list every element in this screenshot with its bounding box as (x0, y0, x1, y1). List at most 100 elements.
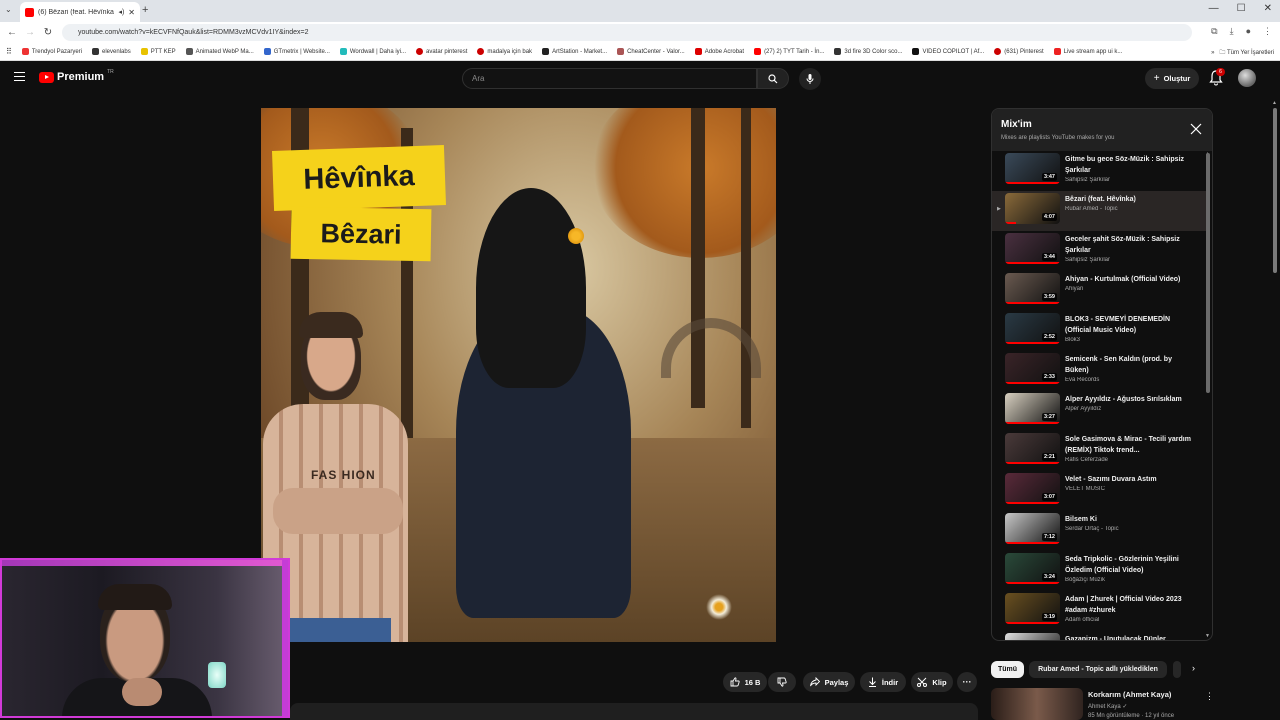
profile-icon[interactable]: ● (1246, 26, 1251, 37)
chip-channel[interactable]: Rubar Amed - Topic adlı yüklediklen (1029, 661, 1167, 678)
mix-item-title[interactable]: Alper Ayyıldız - Ağustos Sırılsıklam (1065, 394, 1195, 405)
menu-icon[interactable] (14, 72, 25, 81)
bookmark[interactable]: CheatCenter - Valor... (617, 48, 685, 55)
bookmark[interactable]: Live stream app ui k... (1053, 48, 1122, 55)
mix-item-title[interactable]: Seda Tripkolic - Gözlerinin Yeşilini Özl… (1065, 554, 1195, 576)
browser-menu-icon[interactable]: ⋮ (1263, 26, 1272, 37)
mix-item-thumbnail[interactable]: 2:21 (1005, 433, 1060, 464)
mix-item[interactable]: 2:52 BLOK3 - SEVMEYİ DENEMEDİN (Official … (992, 311, 1206, 351)
mix-item[interactable]: 3:27 Alper Ayyıldız - Ağustos Sırılsıklam… (992, 391, 1206, 431)
mix-item-title[interactable]: BLOK3 - SEVMEYİ DENEMEDİN (Official Musi… (1065, 314, 1195, 336)
description-box[interactable] (290, 703, 978, 720)
share-button[interactable]: Paylaş (803, 672, 855, 692)
tab-list-icon[interactable]: ⌄ (5, 5, 12, 14)
extensions-icon[interactable]: ⧉ (1211, 26, 1217, 37)
mix-item-title[interactable]: Geceler şahit Söz-Müzik : Sahipsiz Şarkı… (1065, 234, 1195, 256)
mix-item-title[interactable]: Bêzari (feat. Hêvînka) (1065, 194, 1195, 205)
dislike-button[interactable] (768, 672, 796, 692)
url-field[interactable]: youtube.com/watch?v=kECVFNfQauk&list=RDM… (62, 24, 1192, 41)
mix-item-title[interactable]: Ahiyan - Kurtulmak (Official Video) (1065, 274, 1195, 285)
bookmark[interactable]: elevenlabs (92, 48, 131, 55)
bookmark[interactable]: ArtStation - Market... (542, 48, 607, 55)
maximize-icon[interactable]: ☐ (1237, 3, 1246, 14)
bookmark[interactable]: PTT KEP (140, 48, 176, 55)
mix-item-thumbnail[interactable]: 3:47 (1005, 153, 1060, 184)
all-bookmarks-link[interactable]: » 🗀 Tüm Yer İşaretleri (1211, 48, 1274, 58)
create-button[interactable]: + Oluştur (1145, 68, 1199, 89)
mix-item-thumbnail[interactable]: 2:33 (1005, 353, 1060, 384)
mix-item-thumbnail[interactable]: 3:59 (1005, 273, 1060, 304)
mix-item[interactable]: 3:24 Seda Tripkolic - Gözlerinin Yeşilini… (992, 551, 1206, 591)
apps-icon[interactable]: ⠿ (6, 47, 12, 56)
mix-item-title[interactable]: Adam | Zhurek | Official Video 2023 #ada… (1065, 594, 1195, 616)
mix-item-thumbnail[interactable]: 3:44 (1005, 233, 1060, 264)
scroll-down-icon[interactable]: ▼ (1205, 633, 1210, 639)
browser-tab[interactable]: (6) Bêzari (feat. Hêvînka) - Y ◂) ✕ (20, 2, 140, 22)
mix-item-thumbnail[interactable]: 3:27 (1005, 393, 1060, 424)
bookmark[interactable]: VIDEO COPILOT | Af... (912, 48, 984, 55)
mix-item[interactable]: 2:33 Semicenk - Sen Kaldın (prod. by Büke… (992, 351, 1206, 391)
bookmark[interactable]: Animated WebP Ma... (185, 48, 254, 55)
download-button[interactable]: İndir (860, 672, 906, 692)
video-player[interactable]: Hêvînka Bêzari FAS HION (261, 108, 776, 642)
mix-item-thumbnail[interactable]: 4:07 (1005, 193, 1060, 224)
page-scrollbar[interactable] (1273, 108, 1277, 273)
downloads-icon[interactable]: ⤓ (1230, 26, 1234, 37)
mix-item[interactable]: 2:21 Sole Gasimova & Mirac - Tecili yardı… (992, 431, 1206, 471)
mix-item-title[interactable]: Sole Gasimova & Mirac - Tecili yardım (R… (1065, 434, 1195, 456)
tab-close-icon[interactable]: ✕ (128, 8, 135, 17)
mix-item[interactable]: ▶ 4:07 Bêzari (feat. Hêvînka) Rubar Amed - … (992, 191, 1206, 231)
search-button[interactable] (757, 68, 789, 89)
close-icon[interactable] (1190, 123, 1202, 135)
more-actions-button[interactable]: ··· (957, 672, 977, 692)
close-window-icon[interactable]: ✕ (1264, 3, 1272, 14)
chevron-right-icon[interactable]: › (1192, 663, 1195, 673)
mix-item-title[interactable]: Semicenk - Sen Kaldın (prod. by Büken) (1065, 354, 1195, 376)
bookmark[interactable]: (631) Pinterest (994, 48, 1044, 55)
mix-scrollbar[interactable] (1206, 153, 1210, 393)
search-input[interactable]: Ara (462, 68, 757, 89)
forward-icon[interactable]: → (21, 27, 39, 38)
account-avatar[interactable] (1238, 69, 1256, 87)
mix-item[interactable]: 3:47 Gitme bu gece Söz-Müzik : Sahipsiz Ş… (992, 151, 1206, 191)
mix-item-thumbnail[interactable]: 3:24 (1005, 553, 1060, 584)
recommendation-thumbnail[interactable] (991, 688, 1083, 720)
bookmark[interactable]: Adobe Acrobat (694, 48, 744, 55)
chip-overflow[interactable] (1173, 661, 1181, 678)
mix-item[interactable]: Gazapizm - Unutulacak DünlerGazapizm35 (992, 631, 1206, 640)
minimize-icon[interactable]: — (1209, 3, 1219, 14)
mix-item-thumbnail[interactable]: 3:19 (1005, 593, 1060, 624)
voice-search-button[interactable] (799, 68, 821, 90)
bookmark[interactable]: Trendyol Pazaryeri (21, 48, 82, 55)
bookmark[interactable]: 3d fire 3D Color sco... (834, 48, 902, 55)
mix-item[interactable]: 7:12 Bilsem Ki Serdar Ortaç - Topic (992, 511, 1206, 551)
clip-button[interactable]: Klip (911, 672, 953, 692)
recommendation-title[interactable]: Korkarım (Ahmet Kaya) (1088, 690, 1171, 699)
reload-icon[interactable]: ↻ (39, 27, 57, 38)
mix-item[interactable]: 3:59 Ahiyan - Kurtulmak (Official Video) A… (992, 271, 1206, 311)
mix-item-title[interactable]: Gitme bu gece Söz-Müzik : Sahipsiz Şarkı… (1065, 154, 1195, 176)
chip-all[interactable]: Tümü (991, 661, 1024, 678)
mix-item-thumbnail[interactable] (1005, 633, 1060, 640)
mix-item-thumbnail[interactable]: 3:07 (1005, 473, 1060, 504)
mix-item-thumbnail[interactable]: 2:52 (1005, 313, 1060, 344)
mix-item-title[interactable]: Bilsem Ki (1065, 514, 1195, 525)
back-icon[interactable]: ← (3, 27, 21, 38)
new-tab-button[interactable]: + (142, 4, 148, 16)
bookmark[interactable]: (27) 2) TYT Tarih - İn... (754, 48, 824, 55)
speaker-icon[interactable]: ◂) (118, 8, 124, 16)
mix-item-title[interactable]: Gazapizm - Unutulacak Dünler (1065, 634, 1195, 640)
youtube-logo[interactable]: Premium TR (39, 69, 114, 83)
bookmark[interactable]: avatar pinterest (416, 48, 467, 55)
bookmark[interactable]: Wordwall | Daha iyi... (339, 48, 406, 55)
bookmark[interactable]: GTmetrix | Website... (263, 48, 330, 55)
mix-item[interactable]: 3:44 Geceler şahit Söz-Müzik : Sahipsiz Ş… (992, 231, 1206, 271)
mix-item-title[interactable]: Velet - Sazımı Duvara Astım (1065, 474, 1195, 485)
mix-item[interactable]: 3:07 Velet - Sazımı Duvara Astım VELET MUS… (992, 471, 1206, 511)
recommendation-menu-icon[interactable]: ⋮ (1205, 691, 1214, 702)
mix-item-thumbnail[interactable]: 7:12 (1005, 513, 1060, 544)
mix-item[interactable]: 3:19 Adam | Zhurek | Official Video 2023 … (992, 591, 1206, 631)
bookmark[interactable]: madalya için bak (477, 48, 532, 55)
page-scroll-up-icon[interactable]: ▲ (1272, 100, 1277, 106)
like-button[interactable]: 16 B (723, 672, 767, 692)
